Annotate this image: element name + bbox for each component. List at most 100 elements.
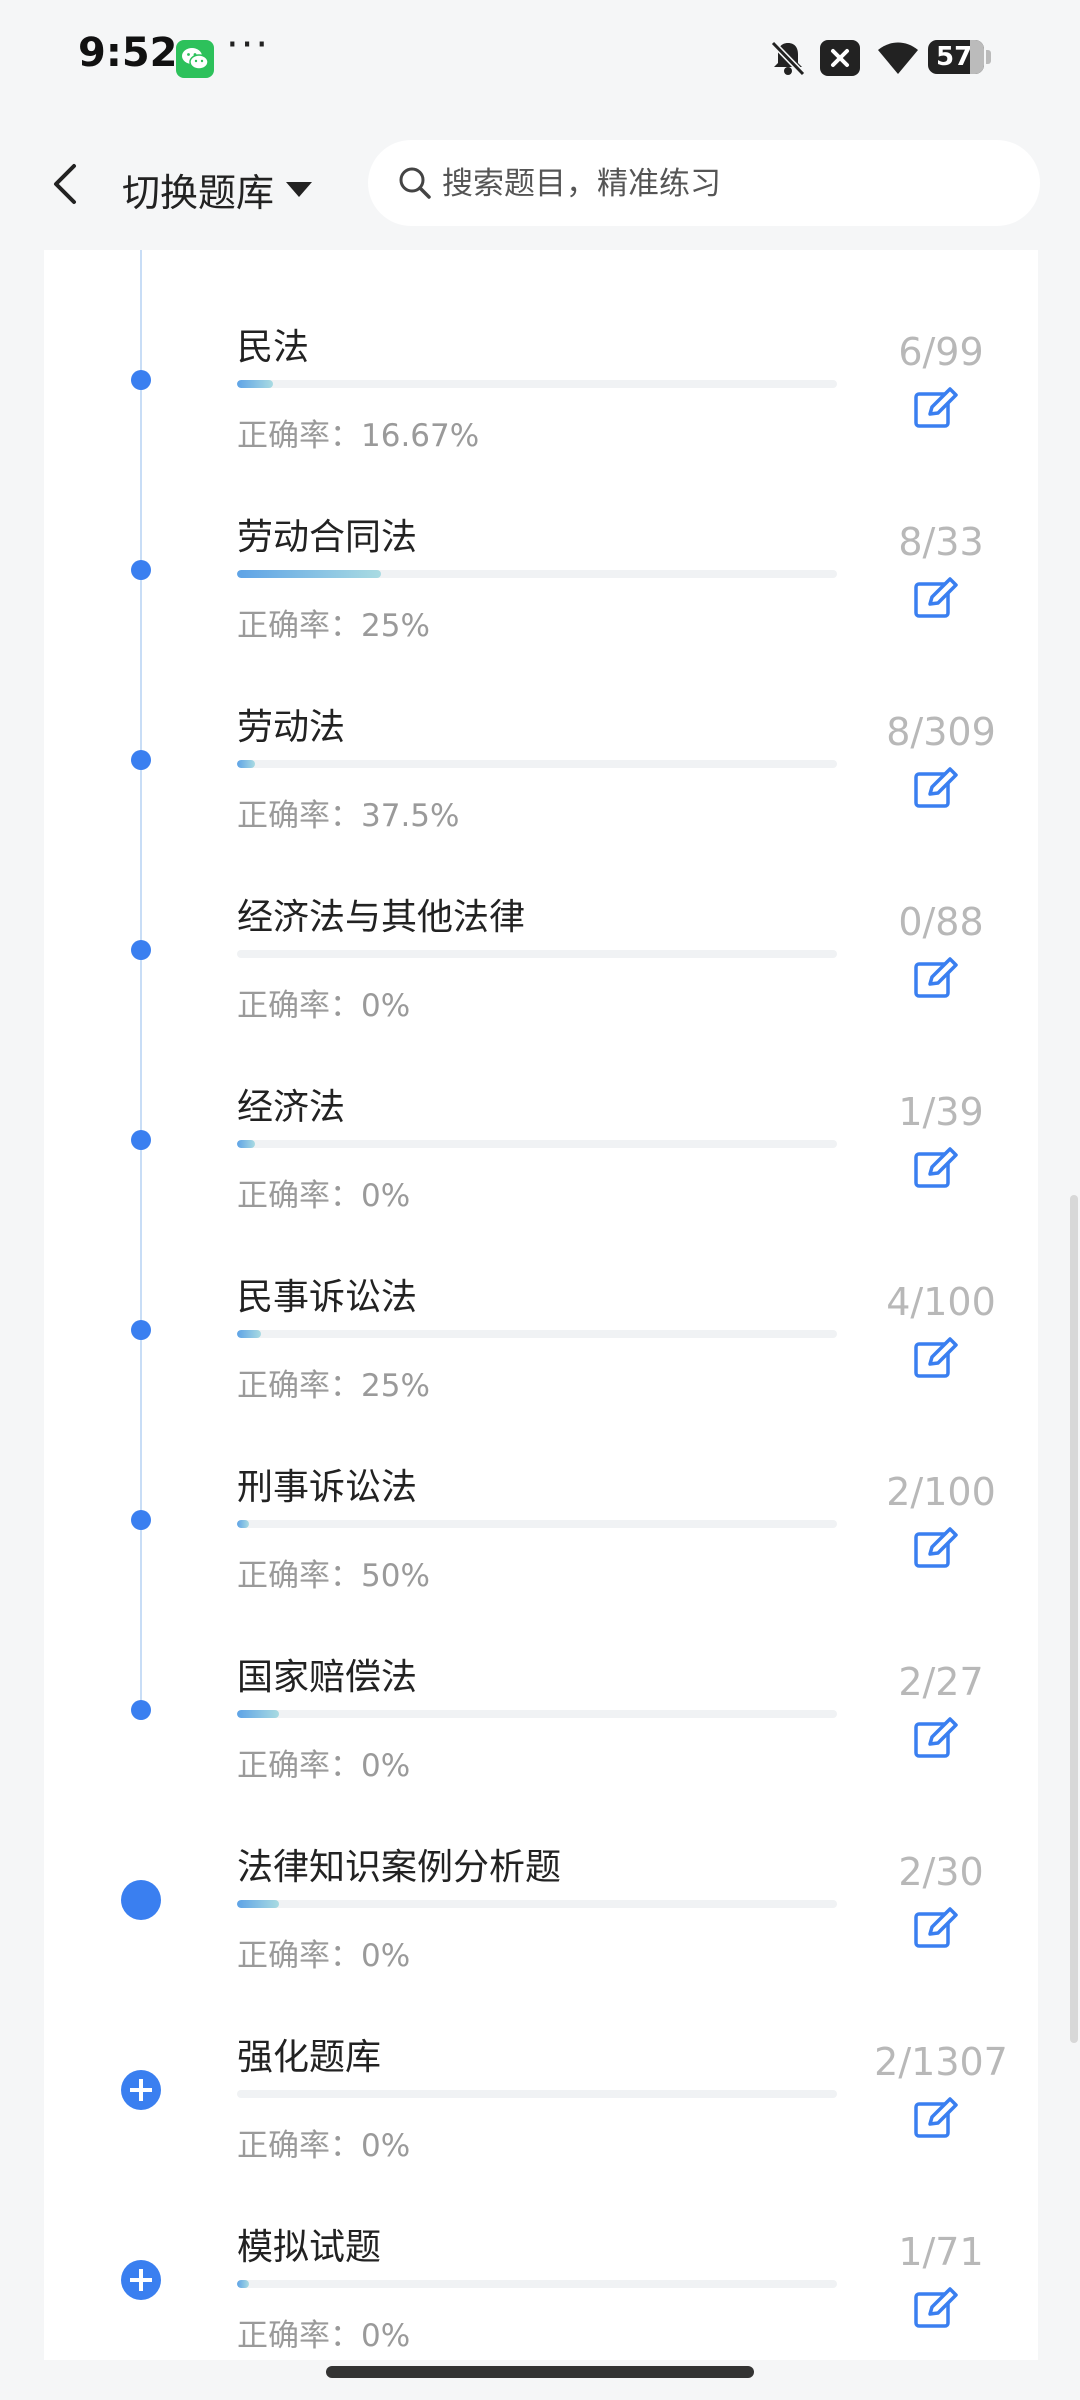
item-title: 经济法与其他法律 bbox=[237, 897, 526, 938]
item-count: 6/99 bbox=[898, 330, 984, 374]
item-accuracy: 正确率：16.67% bbox=[237, 418, 480, 454]
scrollbar[interactable] bbox=[1070, 1195, 1078, 2043]
edit-icon[interactable] bbox=[912, 766, 958, 812]
more-notifications-icon: ··· bbox=[226, 22, 271, 68]
item-accuracy: 正确率：50% bbox=[237, 1558, 430, 1594]
item-count: 2/30 bbox=[898, 1850, 984, 1894]
item-title: 民法 bbox=[237, 327, 310, 368]
progress-bar bbox=[237, 2090, 837, 2098]
home-indicator[interactable] bbox=[326, 2366, 754, 2378]
list-item[interactable]: 劳动合同法 正确率：25% 8/33 bbox=[0, 508, 1080, 698]
item-title: 经济法 bbox=[237, 1087, 346, 1128]
timeline-dot-large bbox=[121, 1880, 161, 1920]
timeline-dot bbox=[131, 560, 151, 580]
edit-icon[interactable] bbox=[912, 1906, 958, 1952]
item-count: 2/1307 bbox=[874, 2040, 1008, 2084]
status-bar: 9:52 ··· 57 bbox=[0, 0, 1080, 118]
item-count: 8/33 bbox=[898, 520, 984, 564]
progress-fill bbox=[237, 1140, 255, 1148]
list-item[interactable]: 经济法 正确率：0% 1/39 bbox=[0, 1078, 1080, 1268]
header: 切换题库 bbox=[0, 118, 1080, 250]
item-count: 1/71 bbox=[898, 2230, 984, 2274]
edit-icon[interactable] bbox=[912, 956, 958, 1002]
progress-bar bbox=[237, 1330, 837, 1338]
list-item[interactable]: 民事诉讼法 正确率：25% 4/100 bbox=[0, 1268, 1080, 1458]
progress-bar bbox=[237, 380, 837, 388]
item-accuracy: 正确率：25% bbox=[237, 1368, 430, 1404]
edit-icon[interactable] bbox=[912, 1716, 958, 1762]
timeline-dot bbox=[131, 1130, 151, 1150]
item-accuracy: 正确率：0% bbox=[237, 1178, 411, 1214]
search-icon bbox=[399, 167, 431, 199]
item-title: 刑事诉讼法 bbox=[237, 1467, 418, 1508]
item-title: 国家赔偿法 bbox=[237, 1657, 418, 1698]
edit-icon[interactable] bbox=[912, 576, 958, 622]
x-notification-icon bbox=[820, 40, 860, 76]
timeline-dot bbox=[131, 1510, 151, 1530]
progress-bar bbox=[237, 950, 837, 958]
item-accuracy: 正确率：25% bbox=[237, 608, 430, 644]
item-accuracy: 正确率：37.5% bbox=[237, 798, 460, 834]
progress-fill bbox=[237, 1520, 249, 1528]
screen: 9:52 ··· 57 切换题库 搜索题目，精准练习 民法 正确率：16.67%… bbox=[0, 0, 1080, 2400]
progress-bar bbox=[237, 2280, 837, 2288]
item-count: 2/27 bbox=[898, 1660, 984, 1704]
item-title: 劳动法 bbox=[237, 707, 346, 748]
item-accuracy: 正确率：0% bbox=[237, 2318, 411, 2354]
item-count: 1/39 bbox=[898, 1090, 984, 1134]
back-button[interactable] bbox=[44, 158, 92, 210]
battery-tip bbox=[986, 50, 991, 64]
item-title: 法律知识案例分析题 bbox=[237, 1847, 562, 1888]
expand-plus-icon[interactable] bbox=[121, 2070, 161, 2110]
timeline-dot bbox=[131, 750, 151, 770]
switch-library-label: 切换题库 bbox=[122, 171, 275, 215]
timeline-dot bbox=[131, 1320, 151, 1340]
timeline-dot bbox=[131, 1700, 151, 1720]
progress-bar bbox=[237, 1140, 837, 1148]
edit-icon[interactable] bbox=[912, 1526, 958, 1572]
list-item[interactable]: 法律知识案例分析题 正确率：0% 2/30 bbox=[0, 1838, 1080, 2028]
list-item[interactable]: 国家赔偿法 正确率：0% 2/27 bbox=[0, 1648, 1080, 1838]
progress-bar bbox=[237, 1520, 837, 1528]
progress-fill bbox=[237, 1900, 279, 1908]
search-box[interactable] bbox=[368, 140, 1040, 228]
list-item[interactable]: 刑事诉讼法 正确率：50% 2/100 bbox=[0, 1458, 1080, 1648]
item-count: 0/88 bbox=[898, 900, 984, 944]
edit-icon[interactable] bbox=[912, 2096, 958, 2142]
bell-muted-icon bbox=[770, 40, 806, 77]
caret-down-icon bbox=[286, 182, 313, 197]
progress-bar bbox=[237, 760, 837, 768]
status-icons: 57 bbox=[768, 36, 1008, 80]
list-item[interactable]: 劳动法 正确率：37.5% 8/309 bbox=[0, 698, 1080, 888]
edit-icon[interactable] bbox=[912, 2286, 958, 2332]
item-title: 民事诉讼法 bbox=[237, 1277, 418, 1318]
item-accuracy: 正确率：0% bbox=[237, 1748, 411, 1784]
status-time: 9:52 bbox=[78, 30, 178, 76]
edit-icon[interactable] bbox=[912, 1336, 958, 1382]
item-accuracy: 正确率：0% bbox=[237, 2128, 411, 2164]
battery-icon: 57 bbox=[928, 40, 984, 74]
wechat-icon bbox=[176, 40, 214, 78]
progress-bar bbox=[237, 1900, 837, 1908]
progress-fill bbox=[237, 1330, 261, 1338]
edit-icon[interactable] bbox=[912, 1146, 958, 1192]
item-accuracy: 正确率：0% bbox=[237, 988, 411, 1024]
expand-plus-icon[interactable] bbox=[121, 2260, 161, 2300]
wifi-icon bbox=[878, 42, 918, 74]
progress-fill bbox=[237, 2280, 249, 2288]
item-title: 模拟试题 bbox=[237, 2227, 382, 2268]
progress-fill bbox=[237, 1710, 279, 1718]
edit-icon[interactable] bbox=[912, 386, 958, 432]
switch-library-dropdown[interactable]: 切换题库 bbox=[122, 162, 313, 217]
search-input[interactable] bbox=[440, 140, 1004, 228]
timeline-dot bbox=[131, 370, 151, 390]
timeline-dot bbox=[131, 940, 151, 960]
list-item[interactable]: 民法 正确率：16.67% 6/99 bbox=[0, 318, 1080, 508]
item-count: 2/100 bbox=[886, 1470, 996, 1514]
progress-bar bbox=[237, 1710, 837, 1718]
item-title: 劳动合同法 bbox=[237, 517, 418, 558]
list-item[interactable]: 经济法与其他法律 正确率：0% 0/88 bbox=[0, 888, 1080, 1078]
progress-fill bbox=[237, 570, 381, 578]
chevron-left-icon bbox=[54, 164, 76, 204]
list-item[interactable]: 强化题库 正确率：0% 2/1307 bbox=[0, 2028, 1080, 2218]
